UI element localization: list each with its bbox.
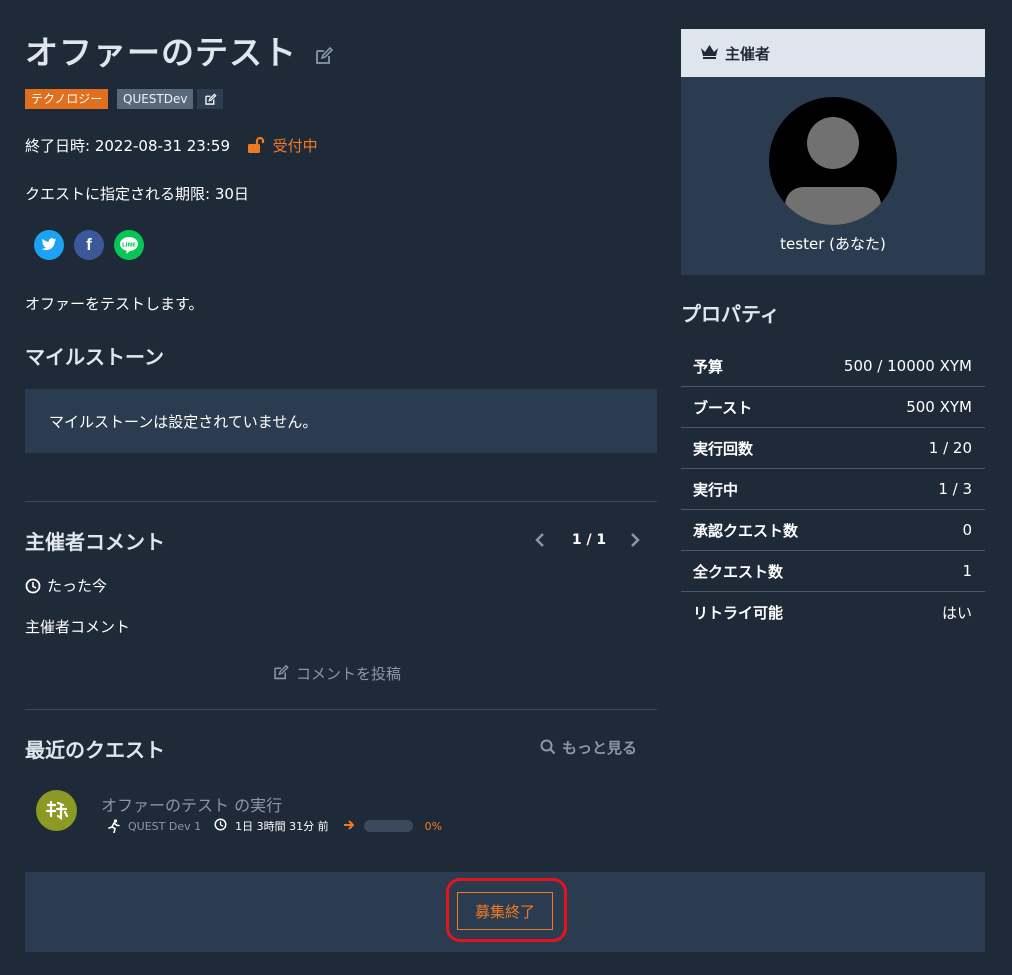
edit-icon xyxy=(272,664,290,685)
organizer-avatar[interactable] xyxy=(769,97,897,225)
arrow-right-icon xyxy=(343,819,355,833)
line-icon: LINE xyxy=(120,237,138,254)
property-value: 500 XYM xyxy=(906,398,972,416)
comment-pager: 1 / 1 xyxy=(571,532,607,548)
property-key: リトライ可能 xyxy=(693,604,784,622)
end-date: 終了日時: 2022-08-31 23:59 受付中 xyxy=(25,135,318,157)
property-row: 予算 500 / 10000 XYM xyxy=(681,346,985,387)
tag-technology[interactable]: テクノロジー xyxy=(25,89,109,109)
svg-text:LINE: LINE xyxy=(122,243,136,249)
divider xyxy=(25,501,657,502)
recent-quest-title[interactable]: オファーのテスト の実行 xyxy=(101,792,282,816)
facebook-icon: f xyxy=(86,235,92,254)
end-date-text: 終了日時: 2022-08-31 23:59 xyxy=(25,137,230,155)
post-comment-label: コメントを投稿 xyxy=(296,665,402,683)
edit-icon xyxy=(204,93,217,105)
property-value: 500 / 10000 XYM xyxy=(843,357,972,375)
property-row: ブースト 500 XYM xyxy=(681,387,985,428)
twitter-share-button[interactable] xyxy=(34,230,64,260)
chevron-right-icon xyxy=(631,533,640,547)
tag-questdev[interactable]: QUESTDev xyxy=(117,89,194,109)
progress-bar xyxy=(363,820,413,832)
comments-heading: 主催者コメント xyxy=(25,530,165,554)
property-key: 予算 xyxy=(693,357,724,376)
comment-time-text: たった今 xyxy=(47,577,108,595)
facebook-share-button[interactable]: f xyxy=(74,230,104,260)
property-value: 1 / 20 xyxy=(928,439,972,457)
property-key: 実行中 xyxy=(693,480,739,499)
offer-title: オファーのテスト xyxy=(25,33,297,72)
clock-icon xyxy=(25,578,41,598)
quest-deadline: クエストに指定される期限: 30日 xyxy=(25,185,249,203)
clock-icon xyxy=(214,818,227,834)
property-key: 実行回数 xyxy=(693,439,754,458)
post-comment-button[interactable]: コメントを投稿 xyxy=(272,663,401,685)
property-key: 全クエスト数 xyxy=(693,562,784,581)
property-row: 実行回数 1 / 20 xyxy=(681,428,985,469)
edit-tags-button[interactable] xyxy=(197,89,223,109)
prev-comment-button[interactable] xyxy=(533,530,547,550)
properties-heading: プロパティ xyxy=(681,302,780,326)
divider xyxy=(25,709,657,710)
next-comment-button[interactable] xyxy=(628,530,642,550)
recent-quest-meta: QUEST Dev 1 1日 3時間 31分 前 0% xyxy=(108,818,442,834)
brush-logo-icon xyxy=(45,800,68,820)
property-row: 全クエスト数 1 xyxy=(681,551,985,592)
organizer-panel: tester (あなた) xyxy=(681,77,985,275)
line-share-button[interactable]: LINE xyxy=(114,230,144,260)
property-value: 1 xyxy=(962,562,972,580)
progress-text: 0% xyxy=(424,819,443,833)
twitter-icon xyxy=(41,238,57,251)
property-value: はい xyxy=(941,604,972,622)
milestones-empty-text: マイルストーンは設定されていません。 xyxy=(49,413,318,431)
milestones-heading: マイルストーン xyxy=(25,345,164,369)
property-row: リトライ可能 はい xyxy=(681,592,985,633)
crown-icon xyxy=(700,44,719,63)
property-value: 1 / 3 xyxy=(938,480,972,498)
comment-time: たった今 xyxy=(25,575,107,598)
chevron-left-icon xyxy=(535,533,544,547)
unlock-icon xyxy=(247,136,265,157)
edit-title-icon[interactable] xyxy=(314,35,334,74)
property-row: 承認クエスト数 0 xyxy=(681,510,985,551)
comment-body: 主催者コメント xyxy=(25,618,131,636)
milestones-panel: マイルストーンは設定されていません。 xyxy=(25,389,657,453)
organizer-name[interactable]: tester (あなた) xyxy=(681,233,985,254)
property-row: 実行中 1 / 3 xyxy=(681,469,985,510)
property-value: 0 xyxy=(962,521,972,539)
property-key: 承認クエスト数 xyxy=(693,521,799,540)
user-silhouette-icon xyxy=(785,117,881,225)
property-key: ブースト xyxy=(693,398,753,417)
status-badge: 受付中 xyxy=(272,137,318,155)
page-title: オファーのテスト xyxy=(25,26,334,74)
recent-quests-heading: 最近のクエスト xyxy=(25,738,165,762)
close-recruitment-button[interactable]: 募集終了 xyxy=(457,892,553,930)
organizer-heading: 主催者 xyxy=(725,44,771,63)
organizer-header: 主催者 xyxy=(681,29,985,77)
runner-icon xyxy=(108,819,120,833)
search-icon xyxy=(540,739,556,759)
avatar[interactable] xyxy=(36,790,77,831)
see-more-link[interactable]: もっと見る xyxy=(540,737,637,759)
offer-description: オファーをテストします。 xyxy=(25,295,204,313)
recent-quest-time: 1日 3時間 31分 前 xyxy=(235,820,329,833)
see-more-label: もっと見る xyxy=(562,739,638,757)
recent-quest-user: QUEST Dev 1 xyxy=(128,819,202,833)
